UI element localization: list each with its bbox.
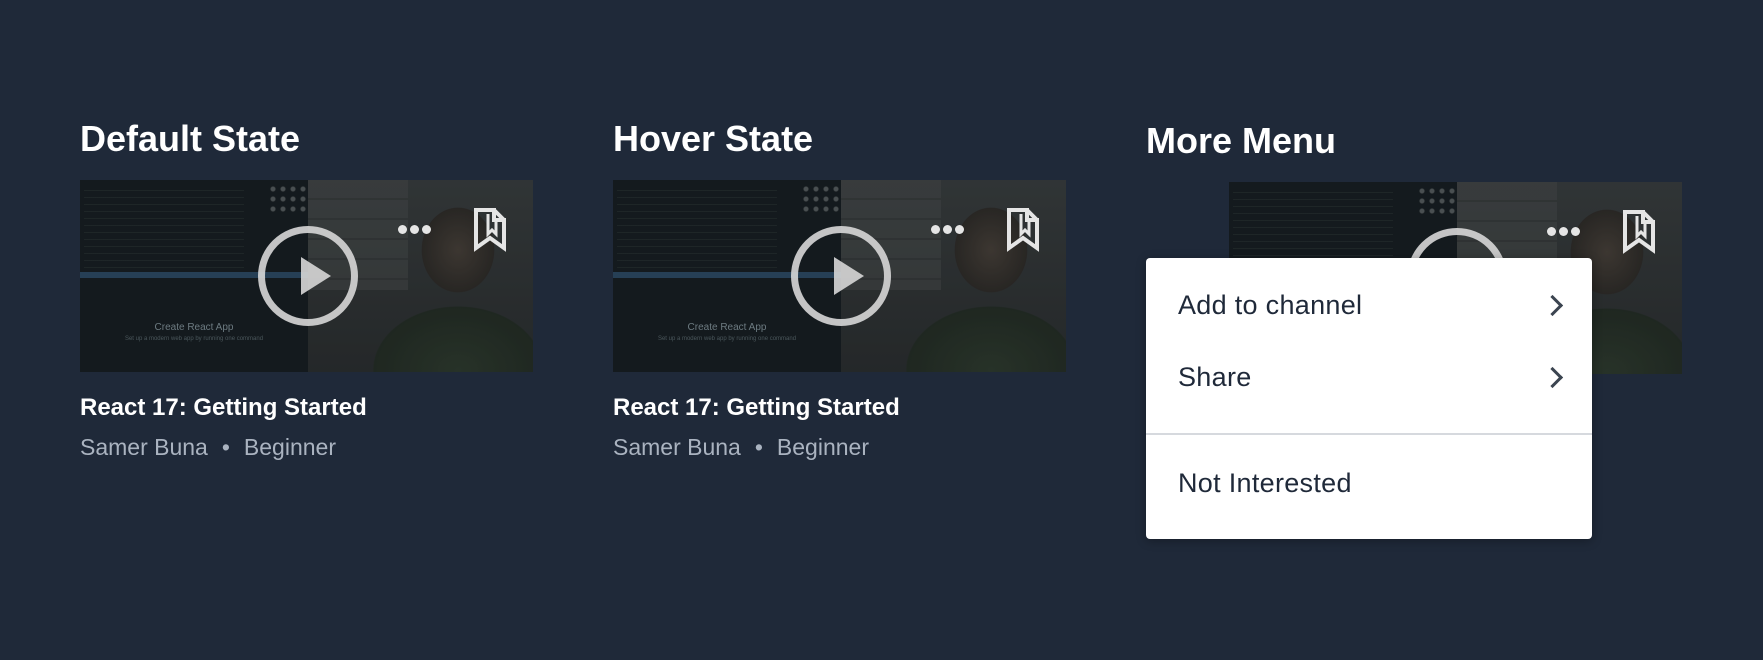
more-dots-icon[interactable] [931,225,967,235]
course-thumbnail[interactable]: Create React App Set up a modern web app… [613,180,1066,372]
more-dots-icon[interactable] [1547,227,1583,237]
course-title[interactable]: React 17: Getting Started [80,396,367,420]
meta-separator: • [754,434,763,460]
bookmark-icon[interactable] [472,206,508,252]
course-author[interactable]: Samer Buna [80,434,208,460]
menu-item-label: Add to channel [1178,290,1363,320]
course-thumbnail[interactable]: Create React App Set up a modern web app… [80,180,533,372]
play-icon[interactable] [258,226,358,326]
chevron-right-icon [1541,294,1564,317]
more-menu-heading: More Menu [1146,120,1337,161]
course-level: Beginner [243,434,336,460]
bookmark-icon[interactable] [1005,206,1041,252]
more-menu: Add to channel Share Not Interested [1146,258,1592,539]
more-dots-icon[interactable] [398,225,434,235]
course-meta: Samer Buna • Beginner [613,436,869,459]
course-author[interactable]: Samer Buna [613,434,741,460]
menu-item-add-to-channel[interactable]: Add to channel [1146,276,1592,332]
menu-item-label: Share [1178,362,1252,392]
course-meta: Samer Buna • Beginner [80,436,336,459]
play-icon[interactable] [791,226,891,326]
menu-item-not-interested[interactable]: Not Interested [1146,454,1592,510]
bookmark-icon[interactable] [1621,208,1657,254]
hover-state-heading: Hover State [613,118,814,159]
menu-item-share[interactable]: Share [1146,348,1592,404]
menu-item-label: Not Interested [1178,468,1352,498]
course-level: Beginner [776,434,869,460]
meta-separator: • [221,434,230,460]
course-title[interactable]: React 17: Getting Started [613,396,900,420]
chevron-right-icon [1541,366,1564,389]
menu-divider [1146,433,1592,435]
default-state-heading: Default State [80,118,301,159]
